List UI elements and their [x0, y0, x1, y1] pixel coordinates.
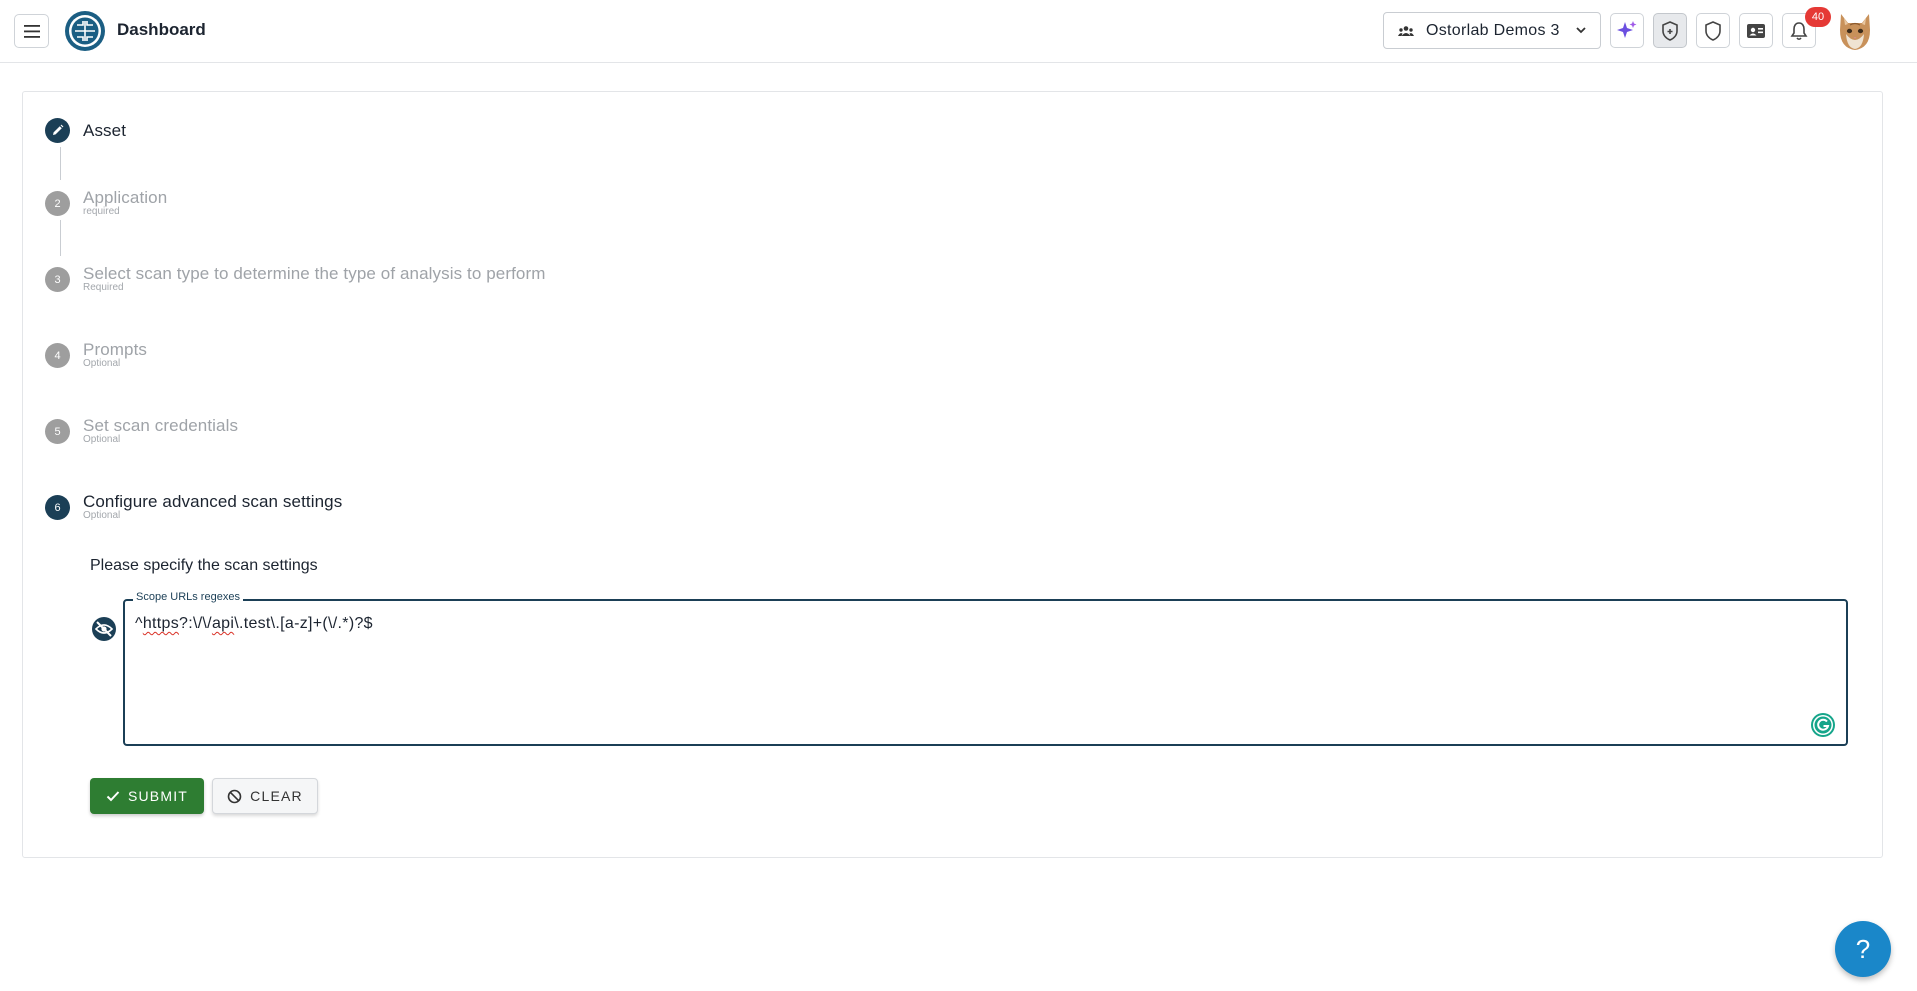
shield-refresh-icon [1662, 20, 1678, 41]
hamburger-menu-button[interactable] [14, 14, 49, 48]
notification-count-badge: 40 [1805, 7, 1831, 27]
step-3-title[interactable]: Select scan type to determine the type o… [83, 264, 546, 284]
security-button[interactable] [1696, 13, 1730, 48]
step-3-indicator[interactable]: 3 [45, 267, 70, 292]
contact-button[interactable] [1739, 13, 1773, 48]
scope-value-part: ?:\/\/ [179, 615, 212, 632]
sparkle-icon [1617, 20, 1637, 38]
organization-name: Ostorlab Demos 3 [1426, 21, 1560, 39]
help-button[interactable]: ? [1835, 921, 1891, 977]
pencil-icon [53, 124, 64, 135]
organization-select[interactable]: Ostorlab Demos 3 [1383, 12, 1601, 49]
step-4-subtitle: Optional [83, 358, 121, 369]
step-2-title[interactable]: Application [83, 188, 167, 208]
ai-assistant-button[interactable] [1610, 13, 1644, 48]
step-6-title[interactable]: Configure advanced scan settings [83, 492, 342, 512]
eye-off-icon[interactable] [91, 616, 117, 642]
step-4-title[interactable]: Prompts [83, 340, 147, 360]
scan-settings-heading: Please specify the scan settings [90, 557, 318, 574]
contact-card-icon [1747, 23, 1765, 38]
scope-value-part: ^ [135, 615, 143, 632]
step-connector [60, 220, 61, 256]
chevron-down-icon [1576, 27, 1586, 34]
clear-button[interactable]: CLEAR [212, 778, 318, 814]
page-title: Dashboard [117, 20, 206, 39]
step-3-subtitle: Required [83, 282, 124, 293]
grammarly-icon[interactable] [1810, 712, 1836, 738]
spell-check-flagged-word: https [142, 615, 179, 632]
cat-avatar[interactable] [1836, 10, 1874, 52]
check-icon [106, 791, 120, 802]
hamburger-menu-icon [23, 24, 40, 38]
submit-button[interactable]: SUBMIT [90, 778, 204, 814]
group-icon [1398, 25, 1414, 36]
scope-urls-regexes-textarea[interactable]: Scope URLs regexes ^https?:\/\/api\.test… [123, 591, 1848, 746]
scope-urls-regexes-value[interactable]: ^https?:\/\/api\.test\.[a-z]+(\/.*)?$ [135, 615, 373, 633]
step-5-indicator[interactable]: 5 [45, 419, 70, 444]
step-2-subtitle: required [83, 206, 120, 217]
ostorlab-logo[interactable] [64, 10, 106, 52]
step-6-subtitle: Optional [83, 510, 121, 521]
scan-wizard-card: Asset 2 Application required 3 Select sc… [22, 91, 1883, 858]
spell-check-flagged-word: api [211, 615, 235, 632]
step-5-subtitle: Optional [83, 434, 121, 445]
step-1-indicator[interactable] [45, 118, 70, 143]
block-icon [227, 789, 242, 803]
clear-label: CLEAR [250, 788, 303, 804]
submit-label: SUBMIT [127, 788, 189, 804]
step-5-title[interactable]: Set scan credentials [83, 416, 238, 436]
step-4-indicator[interactable]: 4 [45, 343, 70, 368]
shield-icon [1705, 20, 1721, 41]
scope-urls-regexes-label: Scope URLs regexes [133, 591, 243, 603]
bell-icon [1790, 21, 1808, 40]
top-bar: Dashboard Ostorlab Demos 3 40 [0, 0, 1917, 63]
step-connector [60, 147, 61, 180]
step-6-indicator[interactable]: 6 [45, 495, 70, 520]
step-2-indicator[interactable]: 2 [45, 191, 70, 216]
new-scan-button[interactable] [1653, 13, 1687, 48]
step-1-title[interactable]: Asset [83, 121, 126, 141]
scope-value-part: \.test\.[a-z]+(\/.*)?$ [234, 615, 373, 632]
